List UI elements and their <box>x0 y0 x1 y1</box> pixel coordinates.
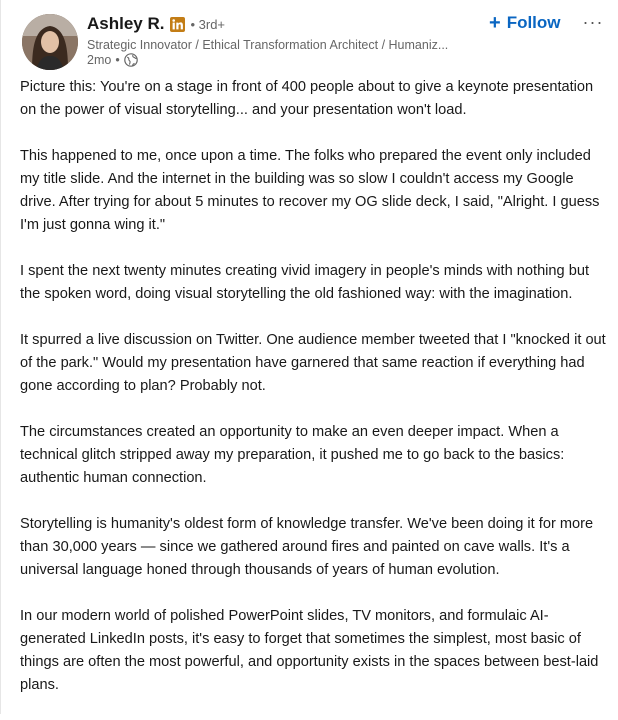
linkedin-premium-icon <box>170 16 186 32</box>
post-paragraph: In our modern world of polished PowerPoi… <box>20 608 599 693</box>
post-paragraph: Storytelling is humanity's oldest form o… <box>20 516 594 578</box>
plus-icon: + <box>489 12 501 34</box>
post-header: Ashley R. • 3rd+ Strategic Innovator / E… <box>1 0 618 75</box>
follow-label: Follow <box>506 13 561 32</box>
post-paragraph: I spent the next twenty minutes creating… <box>20 263 589 302</box>
post-paragraph: It spurred a live discussion on Twitter.… <box>20 332 606 394</box>
follow-button[interactable]: + Follow <box>483 9 567 37</box>
post-meta: 2mo • <box>87 53 138 67</box>
more-options-button[interactable]: ··· <box>579 10 607 34</box>
meta-separator: • <box>115 53 120 67</box>
connection-degree: • 3rd+ <box>190 16 226 32</box>
post-time: 2mo <box>87 53 112 67</box>
ellipsis-icon: ··· <box>582 11 604 32</box>
post-body: Picture this: You're on a stage in front… <box>20 76 608 720</box>
post-card: Ashley R. • 3rd+ Strategic Innovator / E… <box>0 0 618 714</box>
post-paragraph: Picture this: You're on a stage in front… <box>20 79 594 118</box>
post-paragraph: This happened to me, once upon a time. T… <box>20 148 600 233</box>
post-paragraph: The circumstances created an opportunity… <box>20 424 565 486</box>
author-headline: Strategic Innovator / Ethical Transforma… <box>87 38 449 52</box>
globe-icon <box>123 53 138 67</box>
author-avatar[interactable] <box>22 14 78 70</box>
author-name[interactable]: Ashley R. <box>87 14 164 34</box>
author-line: Ashley R. • 3rd+ <box>87 12 225 36</box>
